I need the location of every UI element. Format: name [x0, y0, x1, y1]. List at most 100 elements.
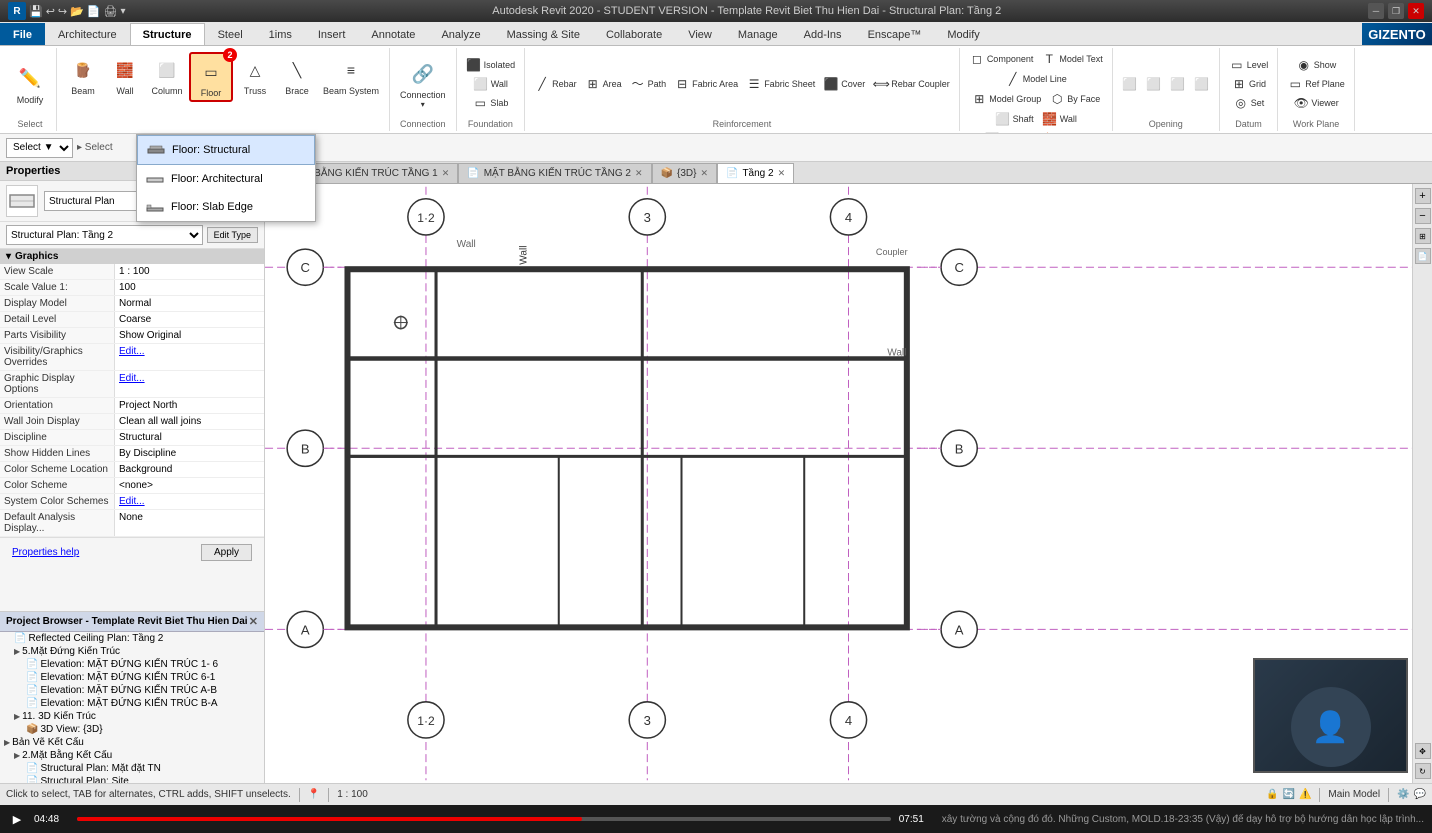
pb-mat-bang-ket-cau[interactable]: ▶ 2.Mặt Bằng Kết Cấu [0, 749, 264, 762]
print-btn[interactable]: 🖨 [104, 5, 118, 18]
area-btn[interactable]: ⊞Area [582, 75, 625, 93]
ref-plane-btn[interactable]: ▭Ref Plane [1284, 75, 1348, 93]
apply-btn[interactable]: Apply [201, 544, 252, 561]
quick-access-toolbar[interactable]: R 💾 ↩ ↪ 📂 📄 🖨 ▾ [8, 2, 126, 20]
save-btn[interactable]: 💾 [29, 5, 43, 18]
pb-site-plan[interactable]: 📄 Structural Plan: Site [0, 775, 264, 783]
properties-help-link[interactable]: Properties help [6, 544, 85, 561]
column-btn[interactable]: ⬜ Column [147, 52, 187, 98]
view-type-select[interactable]: Structural Plan: Tầng 2 [6, 225, 203, 245]
tab-tang2-arch[interactable]: 📄 MẶT BẰNG KIẾN TRÚC TẦNG 2 ✕ [458, 163, 651, 183]
tab-addins[interactable]: Add-Ins [791, 23, 855, 45]
tab-tang2-arch-close[interactable]: ✕ [635, 168, 643, 179]
pb-3d-kien-truc[interactable]: ▶ 11. 3D Kiến Trúc [0, 710, 264, 723]
path-btn[interactable]: 〜Path [627, 75, 670, 93]
shaft-opening-btn[interactable]: ⬜ [1167, 75, 1189, 93]
new-btn[interactable]: 📄 [87, 5, 101, 18]
vertical-opening-btn[interactable]: ⬜ [1143, 75, 1165, 93]
model-line-btn[interactable]: ╱Model Line [1002, 70, 1070, 88]
tab-manage[interactable]: Manage [725, 23, 791, 45]
tab-tang2-struct-close[interactable]: ✕ [778, 168, 786, 179]
drawing-canvas[interactable]: 1·2 3 4 1·2 3 4 C B A [265, 184, 1432, 783]
pb-ban-ve-ket-cau[interactable]: ▶ Bản Vẽ Kết Cấu [0, 736, 264, 749]
floor-btn[interactable]: ▭ Floor 2 [189, 52, 233, 102]
truss-btn[interactable]: △ Truss [235, 52, 275, 98]
tab-structure[interactable]: Structure [130, 23, 205, 45]
model-text-btn[interactable]: TModel Text [1038, 50, 1105, 68]
model-group-btn[interactable]: ⊞Model Group [968, 90, 1044, 108]
tab-analyze[interactable]: Analyze [428, 23, 493, 45]
by-face-opening-btn[interactable]: ⬜ [1119, 75, 1141, 93]
window-controls[interactable]: ─ ❐ ✕ [1368, 3, 1424, 19]
wall-structure-btn[interactable]: 🧱 Wall [105, 52, 145, 98]
fabric-sheet-btn[interactable]: ☰Fabric Sheet [743, 75, 818, 93]
zoom-in-btn[interactable]: + [1415, 188, 1431, 204]
tab-tang1-arch-close[interactable]: ✕ [442, 168, 450, 179]
progress-bar[interactable] [77, 817, 891, 821]
tab-architecture[interactable]: Architecture [45, 23, 130, 45]
beam-btn[interactable]: 🪵 Beam [63, 52, 103, 98]
fit-view-btn[interactable]: ⊞ [1415, 228, 1431, 244]
open-btn[interactable]: 📂 [70, 5, 84, 18]
graphics-section-header[interactable]: ▾ Graphics [0, 249, 264, 264]
restore-btn[interactable]: ❐ [1388, 3, 1404, 19]
tab-massing[interactable]: Massing & Site [494, 23, 593, 45]
rebar-coupler-btn[interactable]: ⟺Rebar Coupler [870, 75, 953, 93]
beam-system-btn[interactable]: ≡ Beam System [319, 52, 383, 98]
pb-close-btn[interactable]: ✕ [249, 615, 258, 628]
viewer-btn[interactable]: 👁Viewer [1290, 94, 1341, 112]
tab-steel[interactable]: Steel [205, 23, 256, 45]
connection-btn[interactable]: 🔗 Connection ▾ [396, 56, 450, 111]
brace-btn[interactable]: ╲ Brace [277, 52, 317, 98]
pan-btn[interactable]: ✥ [1415, 743, 1431, 759]
undo-btn[interactable]: ↩ [46, 5, 55, 18]
grid-btn[interactable]: ⊞Grid [1228, 75, 1269, 93]
slab-btn[interactable]: ▭ Slab [469, 94, 511, 112]
level-btn[interactable]: ▭Level [1226, 56, 1272, 74]
tab-1ims[interactable]: 1ims [256, 23, 305, 45]
show-btn[interactable]: ◉Show [1293, 56, 1340, 74]
pb-reflected-ceiling[interactable]: 📄 Reflected Ceiling Plan: Tầng 2 [0, 632, 264, 645]
dormer-opening-btn[interactable]: ⬜ [1191, 75, 1213, 93]
pb-elevation-6-1[interactable]: 📄 Elevation: MẶT ĐỨNG KIẾN TRÚC 6-1 [0, 671, 264, 684]
tab-modify[interactable]: Modify [934, 23, 992, 45]
by-face-btn[interactable]: ⬡By Face [1046, 90, 1103, 108]
close-btn[interactable]: ✕ [1408, 3, 1424, 19]
tab-tang2-struct[interactable]: 📄 Tầng 2 ✕ [717, 163, 794, 183]
zoom-out-btn[interactable]: − [1415, 208, 1431, 224]
pb-mat-dung-kien-truc[interactable]: ▶ 5.Mặt Đứng Kiến Trúc [0, 645, 264, 658]
component-btn[interactable]: ◻Component [966, 50, 1037, 68]
rebar-btn[interactable]: ╱Rebar [531, 75, 580, 93]
tab-insert[interactable]: Insert [305, 23, 359, 45]
isolated-btn[interactable]: ⬛ Isolated [463, 56, 519, 74]
set-btn[interactable]: ◎Set [1230, 94, 1268, 112]
redo-btn[interactable]: ↪ [58, 5, 67, 18]
cover-btn[interactable]: ⬛Cover [820, 75, 868, 93]
minimize-btn[interactable]: ─ [1368, 3, 1384, 19]
pb-3d-view-3d[interactable]: 📦 3D View: {3D} [0, 723, 264, 736]
floor-slab-edge-item[interactable]: Floor: Slab Edge [137, 193, 315, 221]
select-dropdown[interactable]: Select ▼ [6, 138, 73, 158]
tab-annotate[interactable]: Annotate [358, 23, 428, 45]
wall-model-btn[interactable]: 🧱Wall [1039, 110, 1080, 128]
tab-file[interactable]: File [0, 23, 45, 45]
floor-architectural-item[interactable]: Floor: Architectural [137, 165, 315, 193]
tab-3d[interactable]: 📦 {3D} ✕ [652, 163, 717, 183]
tab-enscape[interactable]: Enscape™ [855, 23, 935, 45]
pb-elevation-1-6[interactable]: 📄 Elevation: MẶT ĐỨNG KIẾN TRÚC 1- 6 [0, 658, 264, 671]
tab-collaborate[interactable]: Collaborate [593, 23, 675, 45]
edit-type-btn[interactable]: Edit Type [207, 227, 258, 243]
shaft-btn[interactable]: ⬜Shaft [992, 110, 1037, 128]
zoom-sheet-btn[interactable]: 📄 [1415, 248, 1431, 264]
rotate-btn[interactable]: ↻ [1415, 763, 1431, 779]
play-pause-btn[interactable]: ▶ [8, 810, 26, 828]
pb-mat-dat-tn[interactable]: 📄 Structural Plan: Mặt đặt TN [0, 762, 264, 775]
pb-elevation-b-a[interactable]: 📄 Elevation: MẶT ĐỨNG KIẾN TRÚC B-A [0, 697, 264, 710]
floor-structural-item[interactable]: Floor: Structural [137, 135, 315, 165]
wall-foundation-btn[interactable]: ⬜ Wall [470, 75, 511, 93]
tab-view[interactable]: View [675, 23, 725, 45]
fabric-area-btn[interactable]: ⊟Fabric Area [671, 75, 741, 93]
modify-btn[interactable]: ✏️ Modify [10, 61, 50, 107]
pb-elevation-a-b[interactable]: 📄 Elevation: MẶT ĐỨNG KIẾN TRÚC A-B [0, 684, 264, 697]
tab-3d-close[interactable]: ✕ [700, 168, 708, 179]
